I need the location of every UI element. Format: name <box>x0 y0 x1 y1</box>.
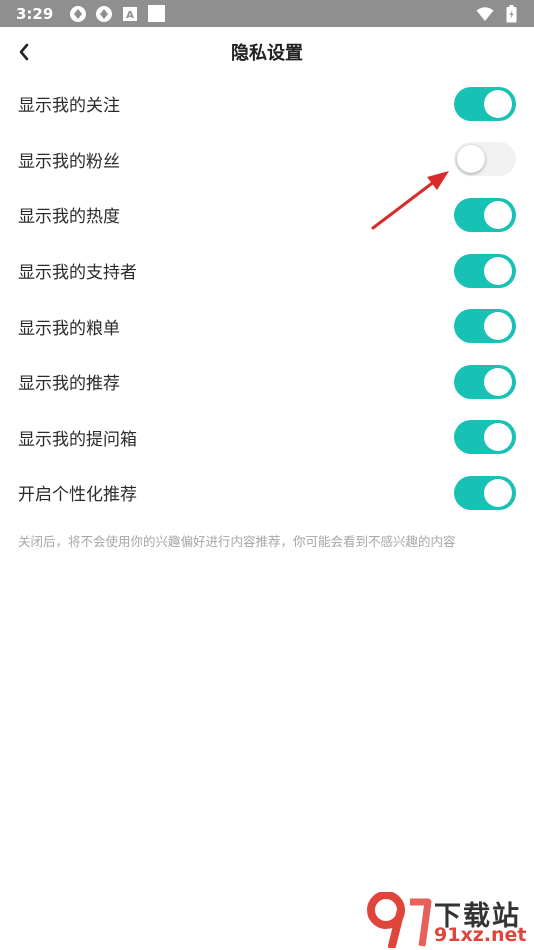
setting-label: 显示我的粮单 <box>18 318 120 339</box>
setting-label: 显示我的提问箱 <box>18 429 137 450</box>
watermark-url: 91xz.net <box>434 924 527 946</box>
toggle-show-following[interactable] <box>454 86 516 121</box>
settings-list: 显示我的关注 显示我的粉丝 显示我的热度 显示我的支持者 显示我的粮单 显示我的… <box>0 76 534 521</box>
setting-row-show-recommendations: 显示我的推荐 <box>0 354 534 410</box>
setting-label: 开启个性化推荐 <box>18 485 137 506</box>
chevron-left-icon <box>19 43 29 61</box>
status-bar: 3:29 A <box>0 0 534 27</box>
svg-text:A: A <box>126 10 134 21</box>
toggle-knob <box>457 145 485 174</box>
status-icons-left: A <box>69 5 165 23</box>
setting-row-show-following: 显示我的关注 <box>0 76 534 132</box>
setting-label: 显示我的推荐 <box>18 374 120 395</box>
setting-label: 显示我的粉丝 <box>18 151 120 172</box>
a-icon: A <box>121 5 139 23</box>
toggle-show-list[interactable] <box>454 309 516 344</box>
toggle-knob <box>484 478 512 507</box>
square-icon <box>147 5 165 23</box>
toggle-show-popularity[interactable] <box>454 197 516 232</box>
toggle-knob <box>484 367 512 396</box>
watermark-logo: 下载站 91xz.net <box>362 892 532 948</box>
page-title: 隐私设置 <box>231 43 303 64</box>
header: 隐私设置 <box>0 27 534 77</box>
toggle-show-fans[interactable] <box>454 142 516 177</box>
watermark-9-icon <box>367 892 432 948</box>
toggle-show-question-box[interactable] <box>454 420 516 455</box>
setting-label: 显示我的热度 <box>18 207 120 228</box>
toggle-knob <box>484 89 512 118</box>
toggle-show-supporters[interactable] <box>454 253 516 288</box>
status-time: 3:29 <box>16 4 54 23</box>
toggle-knob <box>484 423 512 452</box>
setting-row-show-question-box: 显示我的提问箱 <box>0 410 534 466</box>
toggle-knob <box>484 256 512 285</box>
setting-row-show-supporters: 显示我的支持者 <box>0 243 534 299</box>
annotation-arrow-icon <box>371 171 449 230</box>
setting-row-personalized-recommendations: 开启个性化推荐 <box>0 465 534 521</box>
vpn-icon-2 <box>95 5 113 23</box>
status-icons-right <box>476 4 520 23</box>
toggle-personalized-recommendations[interactable] <box>454 475 516 510</box>
setting-label: 显示我的支持者 <box>18 263 137 284</box>
wifi-icon <box>476 5 494 23</box>
toggle-show-recommendations[interactable] <box>454 364 516 399</box>
personalization-note: 关闭后，将不会使用你的兴趣偏好进行内容推荐，你可能会看到不感兴趣的内容 <box>18 534 456 549</box>
vpn-icon <box>69 5 87 23</box>
setting-label: 显示我的关注 <box>18 96 120 117</box>
setting-row-show-list: 显示我的粮单 <box>0 298 534 354</box>
battery-icon <box>502 4 520 23</box>
toggle-knob <box>484 200 512 229</box>
toggle-knob <box>484 312 512 341</box>
back-button[interactable] <box>12 37 36 67</box>
